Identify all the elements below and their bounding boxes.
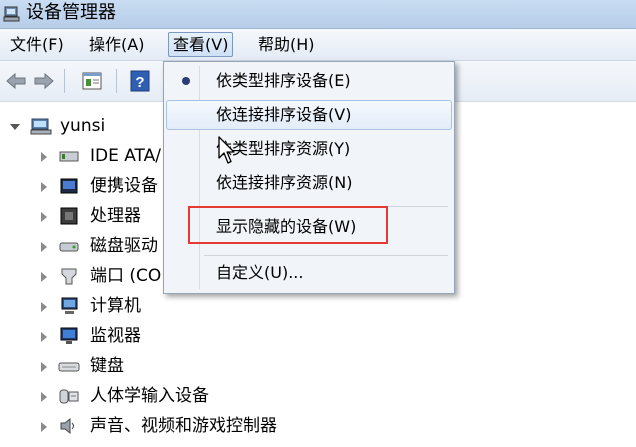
keyboard-icon xyxy=(58,362,80,372)
svg-text:?: ? xyxy=(135,74,144,91)
menu-item-sort-devices-by-type[interactable]: 依类型排序设备(E) xyxy=(166,67,450,95)
tree-root-label: yunsi xyxy=(60,116,106,136)
toolbar-separator xyxy=(64,69,65,93)
expand-arrow-icon[interactable] xyxy=(41,152,47,162)
human-interface-device-icon xyxy=(59,389,79,404)
view-dropdown-menu: 依类型排序设备(E) 依连接排序设备(V) 依类型排序资源(Y) 依连接排序资源… xyxy=(163,61,455,294)
expand-arrow-icon[interactable] xyxy=(41,332,47,342)
menu-item-label: 依连接排序设备(V) xyxy=(216,105,352,124)
menu-action[interactable]: 操作(A) xyxy=(85,33,148,56)
tree-item-label: 键盘 xyxy=(90,356,124,376)
expand-arrow-icon[interactable] xyxy=(41,302,47,312)
collapse-arrow-icon[interactable] xyxy=(10,124,20,130)
menu-help[interactable]: 帮助(H) xyxy=(254,33,319,56)
back-arrow-icon[interactable] xyxy=(4,69,28,93)
tree-item-label: 监视器 xyxy=(90,326,141,346)
expand-arrow-icon[interactable] xyxy=(41,212,47,222)
menu-item-label: 自定义(U)... xyxy=(216,263,304,282)
title-bar: 设备管理器 xyxy=(0,0,636,29)
forward-arrow-icon[interactable] xyxy=(32,69,56,93)
tree-item-label: 处理器 xyxy=(90,206,141,226)
portable-device-icon xyxy=(60,178,78,194)
tree-item-label: 计算机 xyxy=(90,296,141,316)
disk-drive-icon xyxy=(59,242,79,252)
menu-item-sort-devices-by-connection[interactable]: 依连接排序设备(V) xyxy=(166,100,452,130)
menu-item-label: 依类型排序设备(E) xyxy=(216,71,351,90)
menu-item-sort-resources-by-type[interactable]: 依类型排序资源(Y) xyxy=(166,135,450,163)
menu-item-customize[interactable]: 自定义(U)... xyxy=(166,259,450,287)
toolbar-separator xyxy=(116,69,117,93)
tree-item-label: IDE ATA/ xyxy=(90,146,161,166)
computer-icon xyxy=(61,297,78,314)
tree-item-label: 声音、视频和游戏控制器 xyxy=(90,416,277,436)
expand-arrow-icon[interactable] xyxy=(41,422,47,432)
tree-item-label: 便携设备 xyxy=(90,176,158,196)
properties-icon[interactable] xyxy=(80,69,104,93)
menu-item-sort-resources-by-connection[interactable]: 依连接排序资源(N) xyxy=(166,169,450,197)
menu-view[interactable]: 查看(V) xyxy=(168,32,234,57)
device-manager-icon xyxy=(3,6,20,22)
monitor-icon xyxy=(60,327,78,344)
tree-item-label: 人体学输入设备 xyxy=(90,386,209,406)
tree-item-label: 磁盘驱动 xyxy=(90,236,158,256)
menu-separator xyxy=(204,255,448,256)
window-title: 设备管理器 xyxy=(26,2,116,23)
mouse-cursor-icon xyxy=(218,136,235,164)
speaker-icon xyxy=(60,417,74,435)
computer-icon xyxy=(30,118,52,135)
expand-arrow-icon[interactable] xyxy=(41,182,47,192)
expand-arrow-icon[interactable] xyxy=(41,272,47,282)
menu-file[interactable]: 文件(F) xyxy=(6,33,68,56)
menu-bar: 文件(F) 操作(A) 查看(V) 帮助(H) xyxy=(0,29,636,61)
highlight-annotation-box xyxy=(188,206,388,244)
menu-item-label: 依连接排序资源(N) xyxy=(216,173,353,192)
tree-item-label: 端口 (CO xyxy=(90,266,162,286)
ide-controller-icon xyxy=(59,151,79,162)
expand-arrow-icon[interactable] xyxy=(41,242,47,252)
radio-bullet-icon xyxy=(182,77,190,85)
expand-arrow-icon[interactable] xyxy=(41,392,47,402)
help-icon[interactable]: ? xyxy=(128,69,152,93)
processor-icon xyxy=(60,207,78,225)
port-icon xyxy=(61,268,77,285)
expand-arrow-icon[interactable] xyxy=(41,362,47,372)
